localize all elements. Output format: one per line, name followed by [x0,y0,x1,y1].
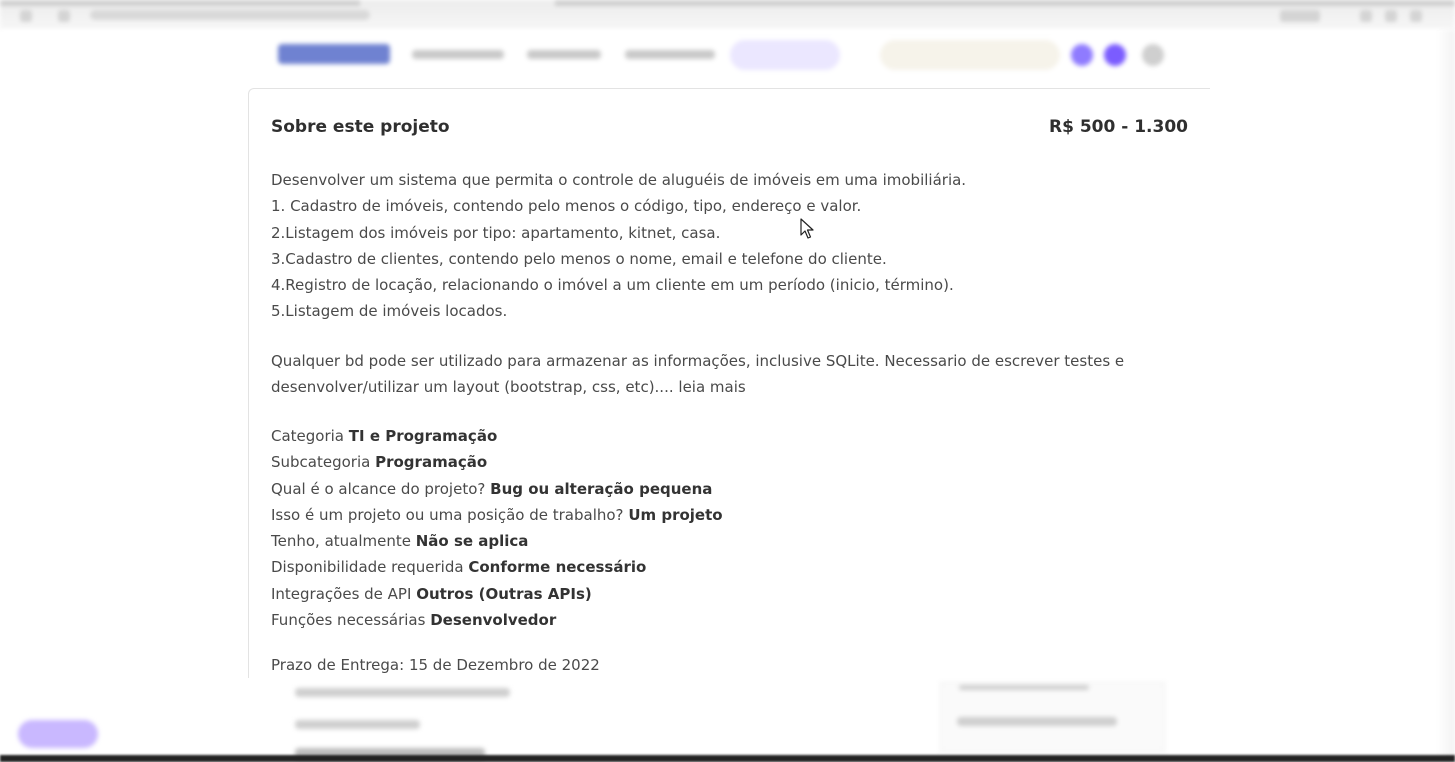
detail-label: Categoria [271,427,345,445]
detail-value: Conforme necessário [468,558,647,577]
detail-label: Isso é um projeto ou uma posição de trab… [271,505,624,524]
description-line: 4.Registro de locação, relacionando o im… [271,276,954,295]
detail-value: Desenvolvedor [430,611,557,630]
detail-value: TI e Programação [348,427,498,445]
project-details: Categoria TI e Programação Subcategoria … [271,423,723,633]
blurred-text [959,685,1089,690]
taskbar [0,755,1455,762]
detail-row: Subcategoria Programação [271,449,723,475]
project-price: R$ 500 - 1.300 [1049,117,1188,137]
avatar[interactable] [1104,44,1126,66]
project-description: Desenvolver um sistema que permita o con… [271,167,1191,325]
settings-icon[interactable] [1142,44,1164,66]
nav-link[interactable] [412,50,504,59]
detail-row: Integrações de API Outros (Outras APIs) [271,581,723,607]
detail-value: Não se aplica [415,532,529,551]
detail-label: Funções necessárias [271,611,426,630]
detail-row: Isso é um projeto ou uma posição de trab… [271,502,723,528]
nav-link[interactable] [625,50,715,59]
detail-row: Qual é o alcance do projeto? Bug ou alte… [271,476,723,502]
browser-tab-bar [555,0,1455,6]
browser-chrome [0,0,1455,30]
address-bar[interactable] [90,10,370,20]
description-line: 3.Cadastro de clientes, contendo pelo me… [271,249,887,268]
description-line: 2.Listagem dos imóveis por tipo: apartam… [271,223,721,242]
project-card: Sobre este projeto R$ 500 - 1.300 Desenv… [248,88,1210,678]
blurred-text [295,688,510,697]
extensions-icon[interactable] [1280,10,1320,22]
reload-icon[interactable] [58,10,70,22]
detail-row: Tenho, atualmente Não se aplica [271,528,723,554]
site-navbar [0,30,1455,82]
project-deadline: Prazo de Entrega: 15 de Dezembro de 2022 [271,656,600,674]
page: Sobre este projeto R$ 500 - 1.300 Desenv… [0,0,1455,762]
detail-label: Qual é o alcance do projeto? [271,479,486,498]
site-logo[interactable] [278,44,390,64]
lower-blurred-content [0,678,1455,762]
description-line: Desenvolver um sistema que permita o con… [271,171,967,189]
detail-row: Disponibilidade requerida Conforme neces… [271,554,723,580]
detail-value: Programação [375,453,488,472]
blurred-text [957,717,1117,726]
detail-row: Funções necessárias Desenvolvedor [271,607,723,633]
detail-row: Categoria TI e Programação [271,423,723,449]
detail-value: Um projeto [628,505,723,524]
detail-value: Bug ou alteração pequena [490,479,713,498]
menu-icon[interactable] [1385,10,1397,22]
description-line: 5.Listagem de imóveis locados. [271,302,508,321]
detail-value: Outros (Outras APIs) [416,584,592,603]
detail-label: Disponibilidade requerida [271,558,464,577]
notifications-icon[interactable] [1071,44,1093,66]
help-button[interactable] [18,720,98,748]
read-more-link[interactable]: leia mais [678,378,745,396]
detail-label: Integrações de API [271,584,412,603]
profile-icon[interactable] [1360,10,1372,22]
mouse-pointer-icon [800,218,814,239]
search-input[interactable] [880,40,1060,70]
side-panel [940,682,1165,752]
detail-label: Tenho, atualmente [271,532,411,551]
project-title: Sobre este projeto [271,117,450,137]
nav-link[interactable] [527,50,601,59]
description-line: 1. Cadastro de imóveis, contendo pelo me… [271,197,862,216]
back-icon[interactable] [20,10,32,22]
blurred-text [295,720,420,729]
scrollbar-area [1437,30,1455,762]
nav-cta-button[interactable] [730,40,840,70]
description-paragraph: Qualquer bd pode ser utilizado para arma… [271,348,1191,401]
detail-label: Subcategoria [271,453,371,472]
window-control-icon[interactable] [1410,10,1422,22]
browser-tab[interactable] [0,0,360,6]
